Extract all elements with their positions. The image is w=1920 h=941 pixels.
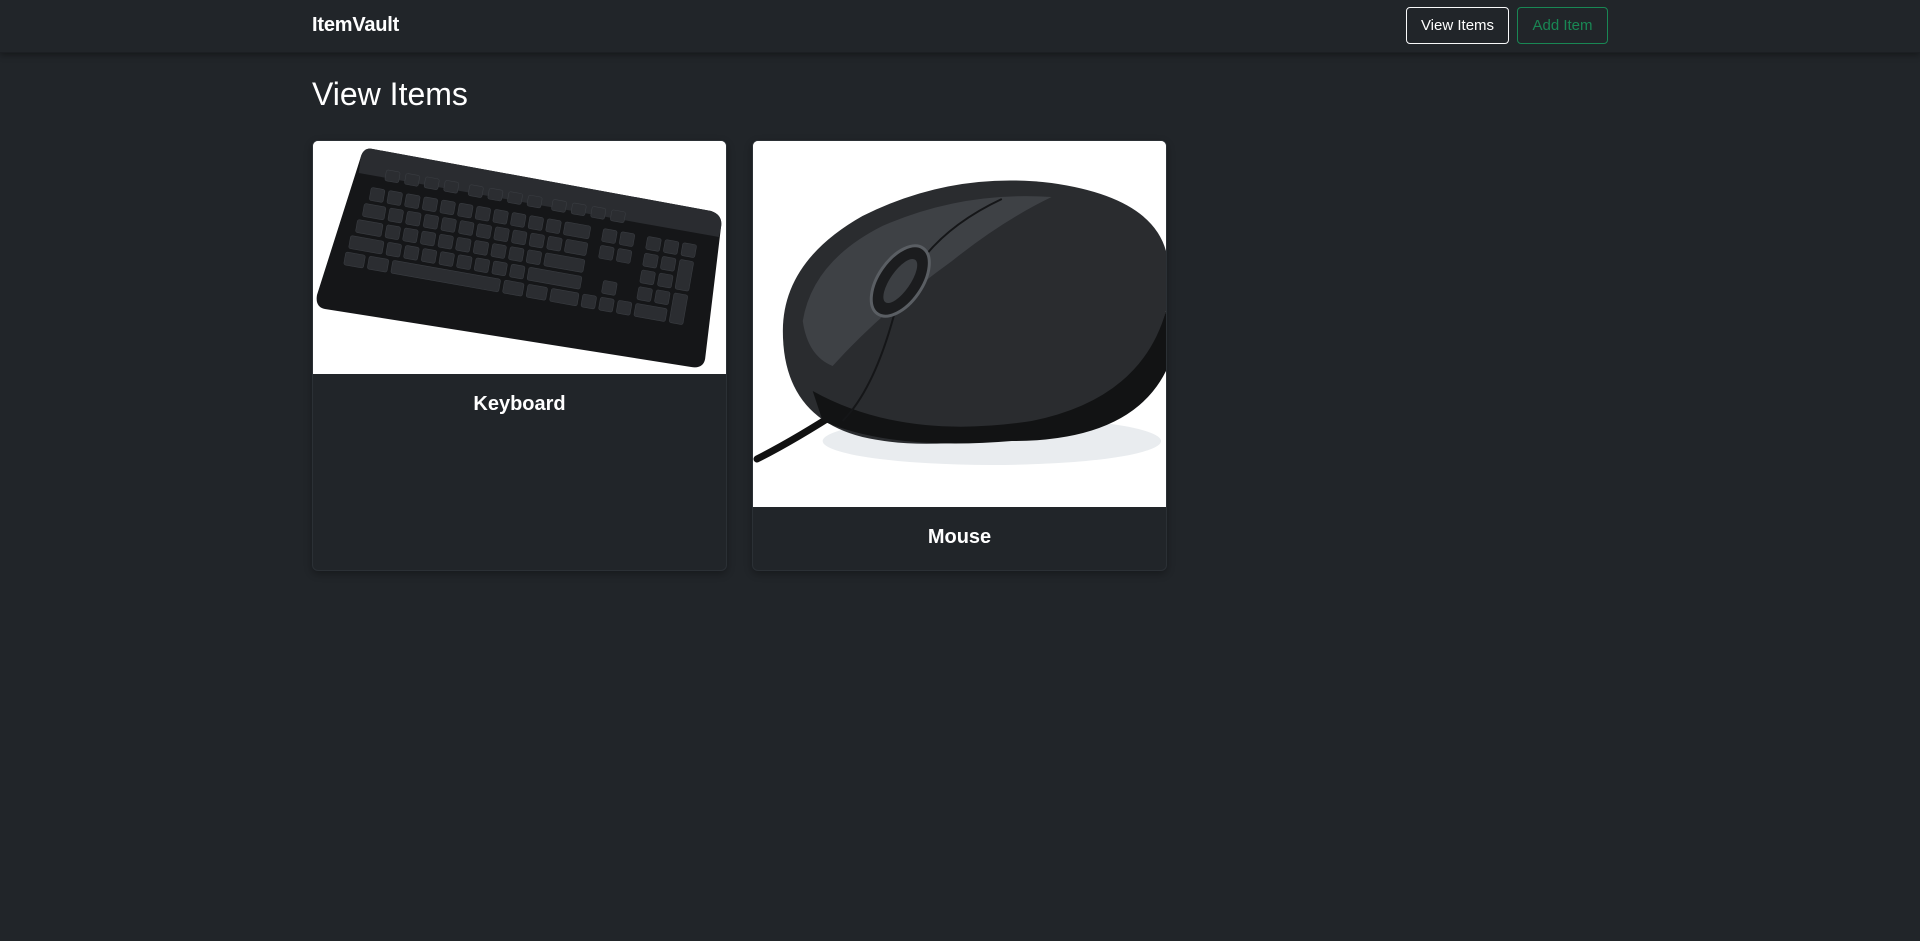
page-title: View Items xyxy=(312,76,468,112)
item-card-mouse[interactable]: Mouse xyxy=(752,140,1167,571)
view-items-button[interactable]: View Items xyxy=(1406,7,1509,44)
keyboard-image xyxy=(313,141,726,374)
add-item-button[interactable]: Add Item xyxy=(1517,7,1608,44)
brand-logo[interactable]: ItemVault xyxy=(312,14,399,37)
item-card-keyboard[interactable]: Keyboard xyxy=(312,140,727,571)
item-name: Keyboard xyxy=(473,393,566,415)
mouse-image xyxy=(753,141,1166,507)
item-name: Mouse xyxy=(927,526,992,548)
navbar: ItemVault View Items Add Item xyxy=(0,0,1920,53)
